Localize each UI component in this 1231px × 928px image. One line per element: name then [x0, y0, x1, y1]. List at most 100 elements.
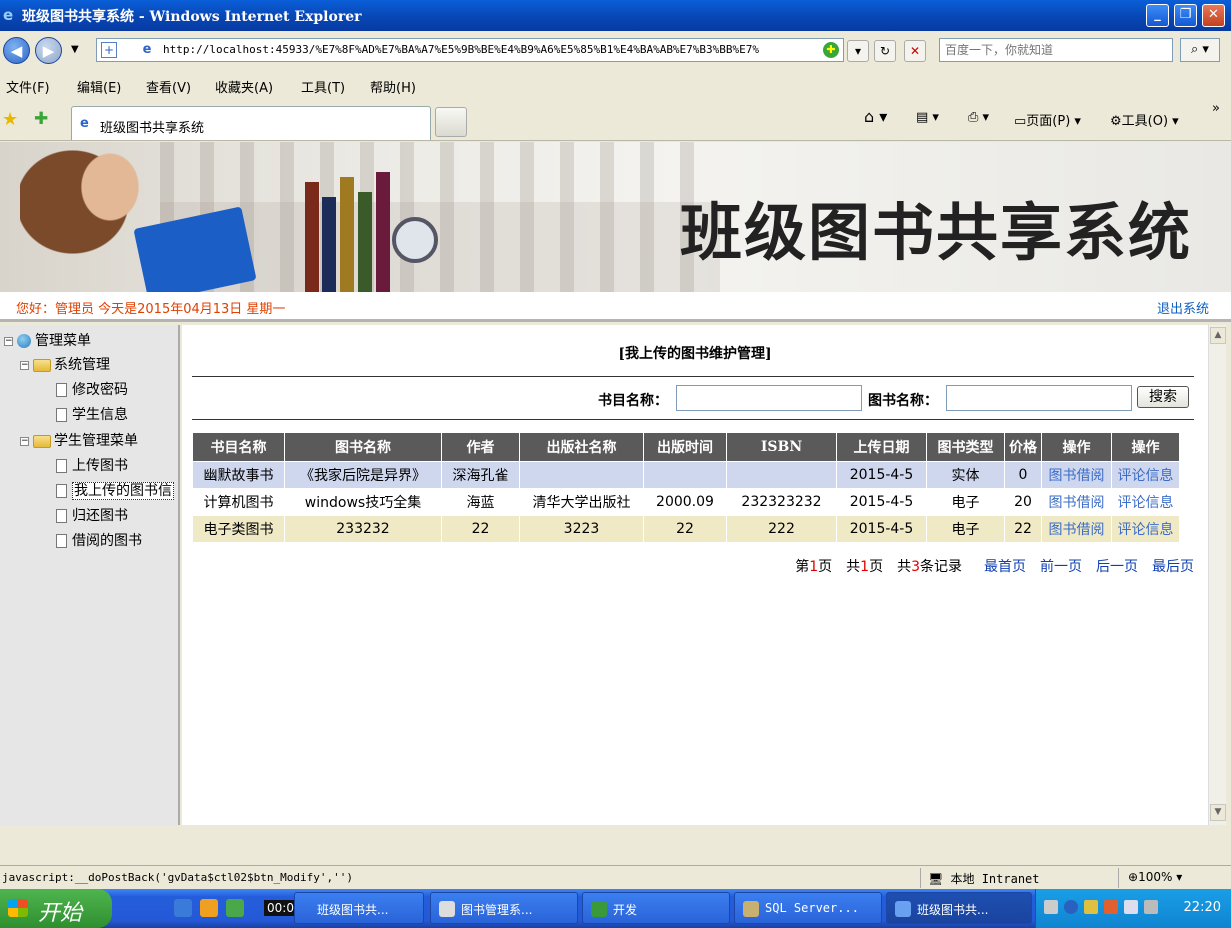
- security-zone[interactable]: 🖥 本地 Intranet: [928, 870, 1040, 887]
- comments-link[interactable]: 评论信息: [1111, 515, 1180, 543]
- pager-next-link[interactable]: 后一页: [1096, 559, 1138, 575]
- taskbar-item-active[interactable]: 班级图书共...: [886, 892, 1032, 924]
- borrow-link[interactable]: 图书借阅: [1041, 461, 1112, 489]
- root-icon: [17, 334, 31, 348]
- refresh-icon[interactable]: ↻: [874, 40, 896, 62]
- volume-icon[interactable]: [1124, 900, 1138, 914]
- favorites-star-icon[interactable]: ★: [2, 109, 18, 130]
- column-header: ISBN: [726, 432, 837, 462]
- network-icon[interactable]: [1084, 900, 1098, 914]
- cell-isbn: [726, 461, 837, 489]
- scroll-down-icon[interactable]: ▼: [1210, 804, 1226, 821]
- tray-expand-icon[interactable]: [1064, 900, 1078, 914]
- taskbar-item[interactable]: 开发: [582, 892, 730, 924]
- sidebar-item-borrowed-books[interactable]: 借阅的图书: [56, 530, 142, 550]
- go-icon[interactable]: ✚: [823, 42, 839, 58]
- cell-price: 22: [1004, 515, 1042, 543]
- add-favorite-icon[interactable]: ✚: [34, 109, 48, 129]
- search-icon[interactable]: ⌕ ▾: [1180, 38, 1220, 62]
- url-dropdown-button[interactable]: ▾: [847, 40, 869, 62]
- history-dropdown-icon[interactable]: ▼: [71, 44, 79, 55]
- page-icon: e: [142, 42, 152, 57]
- sidebar-item-change-password[interactable]: 修改密码: [56, 379, 128, 399]
- chevron-more-icon[interactable]: »: [1212, 101, 1220, 116]
- books-table: 书目名称 图书名称 作者 出版社名称 出版时间 ISBN 上传日期 图书类型 价…: [192, 432, 1180, 543]
- url-text[interactable]: http://localhost:45933/%E7%8F%AD%E7%BA%A…: [163, 43, 819, 56]
- column-header: 作者: [441, 432, 520, 462]
- page-menu-icon: ▭: [1014, 114, 1027, 129]
- intranet-icon: 🖥: [928, 872, 944, 886]
- collapse-icon[interactable]: −: [20, 360, 29, 370]
- vertical-scrollbar[interactable]: ▲ ▼: [1208, 325, 1226, 825]
- tools-menu[interactable]: ⚙工具(O) ▾: [1110, 110, 1179, 129]
- compat-view-icon[interactable]: +: [101, 42, 117, 58]
- taskbar-item[interactable]: 图书管理系...: [430, 892, 578, 924]
- collapse-icon[interactable]: −: [20, 436, 29, 446]
- stop-icon[interactable]: ✕: [904, 40, 926, 62]
- tree-group-student[interactable]: − 学生管理菜单: [20, 430, 138, 450]
- document-icon: [56, 509, 67, 523]
- app-quicklaunch-icon[interactable]: [200, 899, 218, 917]
- logout-link[interactable]: 退出系统: [1157, 298, 1209, 317]
- tray-app-icon[interactable]: [1144, 900, 1158, 914]
- collapse-icon[interactable]: −: [4, 336, 13, 346]
- cell-title: 《我家后院是异界》: [284, 461, 442, 489]
- pager-last-link[interactable]: 最后页: [1152, 559, 1194, 575]
- scroll-up-icon[interactable]: ▲: [1210, 327, 1226, 344]
- feeds-icon[interactable]: ▤ ▾: [916, 110, 939, 125]
- search-button[interactable]: 搜索: [1137, 386, 1189, 408]
- security-icon[interactable]: [1104, 900, 1118, 914]
- menu-favorites[interactable]: 收藏夹(A): [215, 77, 273, 96]
- sql-server-icon: [743, 901, 759, 917]
- back-button[interactable]: ◀: [3, 37, 30, 64]
- name-filter-input[interactable]: [946, 385, 1132, 411]
- tree-root[interactable]: − 管理菜单: [4, 330, 91, 350]
- tree-group-system[interactable]: − 系统管理: [20, 354, 110, 374]
- home-icon[interactable]: ⌂ ▾: [864, 107, 887, 126]
- keyboard-icon[interactable]: [1044, 900, 1058, 914]
- close-button[interactable]: ✕: [1202, 4, 1225, 27]
- menu-edit[interactable]: 编辑(E): [77, 77, 121, 96]
- menu-file[interactable]: 文件(F): [6, 77, 50, 96]
- column-header: 价格: [1004, 432, 1042, 462]
- taskbar-item[interactable]: SQL Server...: [734, 892, 882, 924]
- restore-button[interactable]: ❐: [1174, 4, 1197, 27]
- print-icon[interactable]: ⎙ ▾: [968, 110, 989, 125]
- pager-prev-link[interactable]: 前一页: [1040, 559, 1082, 575]
- comments-link[interactable]: 评论信息: [1111, 488, 1180, 516]
- menu-help[interactable]: 帮助(H): [370, 77, 416, 96]
- sidebar-item-student-info[interactable]: 学生信息: [56, 404, 128, 424]
- folder-icon: [33, 434, 51, 448]
- borrow-link[interactable]: 图书借阅: [1041, 515, 1112, 543]
- clock: 22:20: [1183, 900, 1221, 915]
- cell-type: 电子: [926, 515, 1005, 543]
- table-row: 计算机图书 windows技巧全集 海蓝 清华大学出版社 2000.09 232…: [192, 488, 1180, 516]
- url-field[interactable]: + e http://localhost:45933/%E7%8F%AD%E7%…: [96, 38, 844, 62]
- taskbar: 开始 00:00:58 班级图书共... 图书管理系... 开发 SQL Ser…: [0, 889, 1231, 928]
- category-filter-input[interactable]: [676, 385, 862, 411]
- page-menu[interactable]: ▭页面(P) ▾: [1014, 110, 1081, 129]
- comments-link[interactable]: 评论信息: [1111, 461, 1180, 489]
- sidebar-item-upload-book[interactable]: 上传图书: [56, 455, 128, 475]
- sidebar-item-return-book[interactable]: 归还图书: [56, 505, 128, 525]
- ie-quicklaunch-icon[interactable]: [174, 899, 192, 917]
- search-input[interactable]: [939, 38, 1173, 62]
- tab-active[interactable]: e 班级图书共享系统: [71, 106, 431, 140]
- pager-page-number: 1: [809, 559, 819, 575]
- column-header: 图书类型: [926, 432, 1005, 462]
- forward-button[interactable]: ▶: [35, 37, 62, 64]
- cell-pub-date: [643, 461, 727, 489]
- cell-category: 计算机图书: [192, 488, 285, 516]
- sidebar-item-my-uploads[interactable]: 我上传的图书信: [56, 480, 174, 500]
- zoom-level[interactable]: ⊕100% ▾: [1128, 870, 1182, 884]
- pager-first-link[interactable]: 最首页: [984, 559, 1026, 575]
- borrow-link[interactable]: 图书借阅: [1041, 488, 1112, 516]
- name-filter-label: 图书名称：: [868, 393, 938, 409]
- start-button[interactable]: 开始: [0, 889, 112, 928]
- new-tab-button[interactable]: [435, 107, 467, 137]
- taskbar-item[interactable]: 班级图书共...: [294, 892, 424, 924]
- menu-view[interactable]: 查看(V): [146, 77, 191, 96]
- menu-tools[interactable]: 工具(T): [301, 77, 345, 96]
- desktop-quicklaunch-icon[interactable]: [226, 899, 244, 917]
- minimize-button[interactable]: _: [1146, 4, 1169, 27]
